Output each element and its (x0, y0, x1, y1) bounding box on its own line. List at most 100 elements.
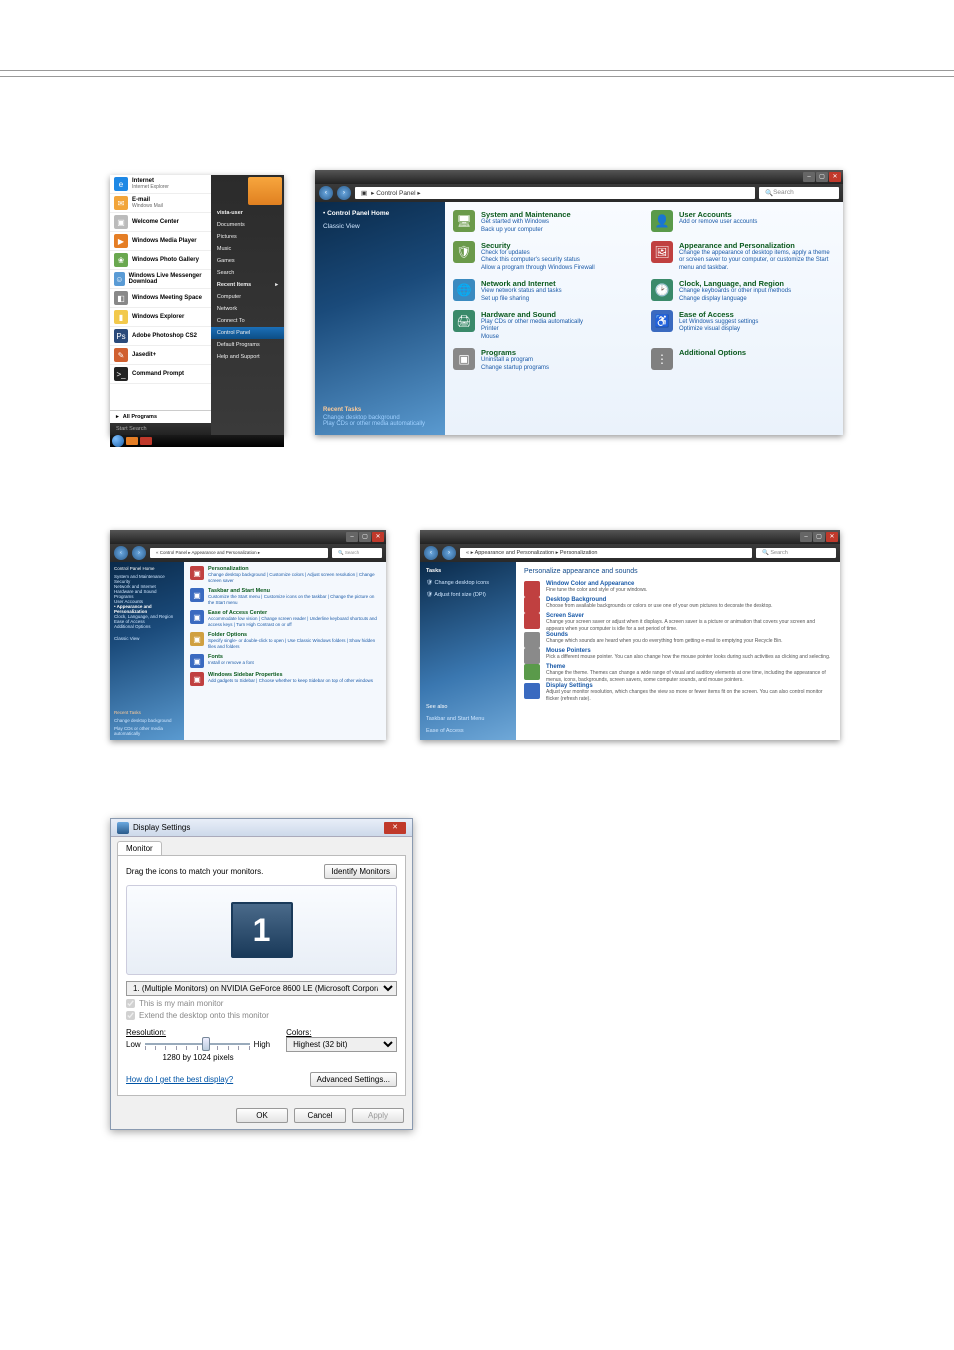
start-menu-item[interactable]: Ps Adobe Photoshop CS2 (110, 327, 211, 346)
minimize-button[interactable]: – (800, 532, 812, 542)
back-button-icon[interactable]: ‹ (424, 546, 438, 560)
appearance-group[interactable]: ▣ Folder OptionsSpecify single- or doubl… (190, 632, 380, 650)
cp-category[interactable]: 🖨 Hardware and SoundPlay CDs or other me… (453, 310, 637, 342)
forward-button-icon[interactable]: › (132, 546, 146, 560)
minimize-button[interactable]: – (346, 532, 358, 542)
task-link[interactable]: 🛡 Change desktop icons (426, 580, 510, 586)
see-also-link[interactable]: Ease of Access (426, 728, 510, 734)
start-right-link[interactable]: Games (211, 255, 284, 267)
user-avatar[interactable] (248, 177, 282, 205)
classic-view-link[interactable]: Classic View (114, 636, 180, 641)
personalize-item[interactable]: SoundsChange which sounds are heard when… (524, 632, 832, 648)
start-menu-item[interactable]: ❀ Windows Photo Gallery (110, 251, 211, 270)
cp-category[interactable]: 🕑 Clock, Language, and RegionChange keyb… (651, 279, 835, 304)
forward-button-icon[interactable]: › (442, 546, 456, 560)
recent-task-link[interactable]: Play CDs or other media automatically (114, 726, 180, 736)
minimize-button[interactable]: – (803, 172, 815, 182)
monitor-1-icon[interactable]: 1 (231, 902, 293, 958)
start-menu-item[interactable]: ◧ Windows Meeting Space (110, 289, 211, 308)
slider-thumb-icon[interactable] (202, 1037, 210, 1051)
start-right-link[interactable]: Recent Items ▸ (211, 279, 284, 291)
colors-select[interactable]: Highest (32 bit) (286, 1037, 397, 1052)
start-right-link[interactable]: Pictures (211, 231, 284, 243)
cp-category[interactable]: ▣ ProgramsUninstall a programChange star… (453, 348, 637, 373)
close-button[interactable]: ✕ (829, 172, 841, 182)
cp-category[interactable]: 🛡 SecurityCheck for updatesCheck this co… (453, 241, 637, 273)
start-right-link[interactable]: Connect To (211, 315, 284, 327)
cancel-button[interactable]: Cancel (294, 1108, 346, 1123)
maximize-button[interactable]: ▢ (816, 172, 828, 182)
personalize-item[interactable]: Desktop BackgroundChoose from available … (524, 597, 832, 613)
start-right-link[interactable]: Computer (211, 291, 284, 303)
appearance-group[interactable]: ▣ Ease of Access CenterAccommodate low v… (190, 610, 380, 628)
username-label[interactable]: vista-user (211, 207, 284, 219)
start-menu-item[interactable]: ▮ Windows Explorer (110, 308, 211, 327)
start-right-link[interactable]: Music (211, 243, 284, 255)
cp-category[interactable]: 👤 User AccountsAdd or remove user accoun… (651, 210, 835, 235)
start-menu-item[interactable]: ✎ Jasedit+ (110, 346, 211, 365)
control-panel-link[interactable]: Control Panel (211, 327, 284, 339)
start-right-link[interactable]: Help and Support (211, 351, 284, 363)
appearance-group[interactable]: ▣ Taskbar and Start MenuCustomize the St… (190, 588, 380, 606)
help-link[interactable]: How do I get the best display? (126, 1075, 233, 1084)
task-link[interactable]: 🛡 Adjust font size (DPI) (426, 592, 510, 598)
appearance-group[interactable]: ▣ FontsInstall or remove a font (190, 654, 380, 668)
appearance-group[interactable]: ▣ PersonalizationChange desktop backgrou… (190, 566, 380, 584)
start-right-link[interactable]: Network (211, 303, 284, 315)
advanced-settings-button[interactable]: Advanced Settings... (310, 1072, 397, 1087)
start-menu-item[interactable]: ☺ Windows Live Messenger Download (110, 270, 211, 289)
cp-category[interactable]: 🖼 Appearance and PersonalizationChange t… (651, 241, 835, 273)
cp-category[interactable]: ♿ Ease of AccessLet Windows suggest sett… (651, 310, 835, 342)
search-input[interactable]: 🔍 Search (759, 187, 839, 199)
personalize-item[interactable]: ThemeChange the theme. Themes can change… (524, 664, 832, 683)
maximize-button[interactable]: ▢ (359, 532, 371, 542)
close-button[interactable]: ✕ (372, 532, 384, 542)
monitor-arena[interactable]: 1 (126, 885, 397, 975)
start-menu-item[interactable]: e InternetInternet Explorer (110, 175, 211, 194)
breadcrumb[interactable]: « ▸ Appearance and Personalization ▸ Per… (460, 548, 752, 558)
monitor-select[interactable]: 1. (Multiple Monitors) on NVIDIA GeForce… (126, 981, 397, 996)
start-orb-icon[interactable] (112, 435, 124, 447)
identify-monitors-button[interactable]: Identify Monitors (324, 864, 397, 879)
start-right-link[interactable]: Default Programs (211, 339, 284, 351)
start-menu-item[interactable]: ▶ Windows Media Player (110, 232, 211, 251)
resolution-slider[interactable] (145, 1037, 250, 1051)
control-panel-home-link[interactable]: Control Panel Home (327, 210, 389, 217)
taskbar-button[interactable] (140, 437, 152, 445)
start-right-link[interactable]: Documents (211, 219, 284, 231)
breadcrumb[interactable]: ▣ ▸ Control Panel ▸ (355, 187, 755, 199)
breadcrumb[interactable]: « Control Panel ▸ Appearance and Persona… (150, 548, 328, 558)
back-button-icon[interactable]: ‹ (114, 546, 128, 560)
start-menu-item[interactable]: ✉ E-mailWindows Mail (110, 194, 211, 213)
cp-category[interactable]: 🌐 Network and InternetView network statu… (453, 279, 637, 304)
search-input[interactable]: 🔍 Search (756, 548, 836, 558)
start-right-link[interactable]: Search (211, 267, 284, 279)
forward-button-icon[interactable]: › (337, 186, 351, 200)
start-menu-item[interactable]: ▣ Welcome Center (110, 213, 211, 232)
appearance-group[interactable]: ▣ Windows Sidebar PropertiesAdd gadgets … (190, 672, 380, 686)
personalize-item[interactable]: Display SettingsAdjust your monitor reso… (524, 683, 832, 702)
personalize-item[interactable]: Screen SaverChange your screen saver or … (524, 613, 832, 632)
recent-task-link[interactable]: Change desktop background (114, 718, 180, 723)
cp-category[interactable]: ⋮ Additional Options (651, 348, 835, 373)
apply-button[interactable]: Apply (352, 1108, 404, 1123)
start-menu-item[interactable]: >_ Command Prompt (110, 365, 211, 384)
close-button[interactable]: ✕ (384, 822, 406, 834)
sidebar-category-link[interactable]: • Appearance and Personalization (114, 604, 180, 614)
taskbar-button[interactable] (126, 437, 138, 445)
tab-monitor[interactable]: Monitor (117, 841, 162, 855)
recent-task-link[interactable]: Play CDs or other media automatically (323, 421, 437, 427)
see-also-link[interactable]: Taskbar and Start Menu (426, 716, 510, 722)
maximize-button[interactable]: ▢ (813, 532, 825, 542)
personalize-item[interactable]: Mouse PointersPick a different mouse poi… (524, 648, 832, 664)
back-button-icon[interactable]: ‹ (319, 186, 333, 200)
all-programs-link[interactable]: ▸ All Programs (110, 410, 211, 423)
close-button[interactable]: ✕ (826, 532, 838, 542)
ok-button[interactable]: OK (236, 1108, 288, 1123)
personalize-item[interactable]: Window Color and AppearanceFine tune the… (524, 581, 832, 597)
sidebar-category-link[interactable]: Additional Options (114, 624, 180, 629)
start-search-input[interactable]: Start Search (110, 423, 211, 435)
cp-category[interactable]: 🖥 System and MaintenanceGet started with… (453, 210, 637, 235)
search-input[interactable]: 🔍 Search (332, 548, 382, 558)
classic-view-link[interactable]: Classic View (323, 223, 437, 230)
